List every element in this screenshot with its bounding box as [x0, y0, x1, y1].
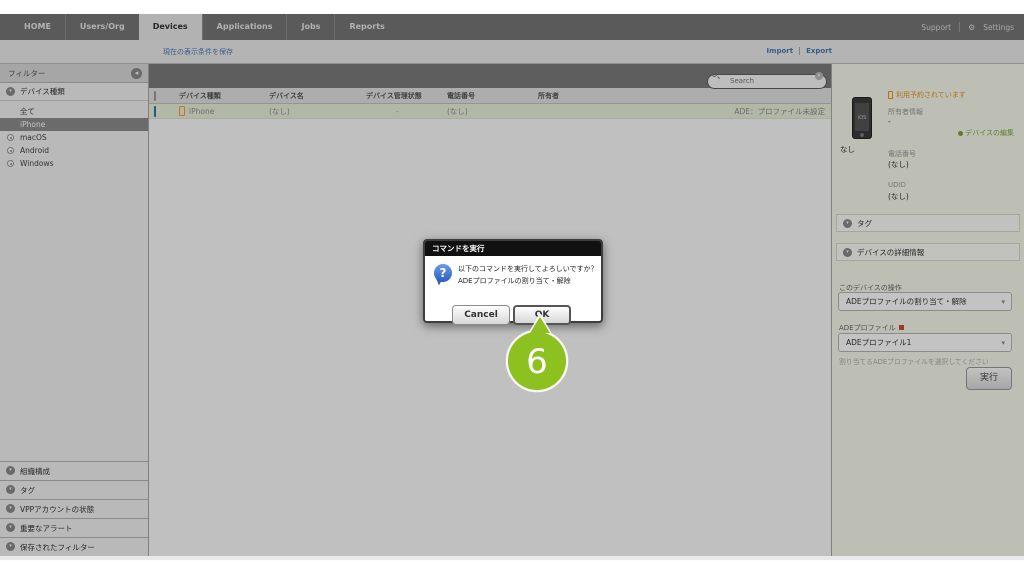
- step-number: 6: [526, 342, 548, 382]
- dialog-message-line2: ADEプロファイルの割り当て・解除: [458, 276, 598, 288]
- app-window: HOME Users/Org Devices Applications Jobs…: [0, 14, 1024, 556]
- confirm-dialog: コマンドを実行 ? 以下のコマンドを実行してよろしいですか？ ADEプロファイル…: [423, 239, 603, 323]
- dialog-title: コマンドを実行: [425, 241, 601, 256]
- page-shadow: [0, 556, 1024, 560]
- dialog-message: 以下のコマンドを実行してよろしいですか？ ADEプロファイルの割り当て・解除: [458, 264, 598, 287]
- step-callout: 6: [499, 312, 577, 408]
- question-icon: ?: [434, 264, 452, 282]
- dialog-message-line1: 以下のコマンドを実行してよろしいですか？: [458, 264, 598, 276]
